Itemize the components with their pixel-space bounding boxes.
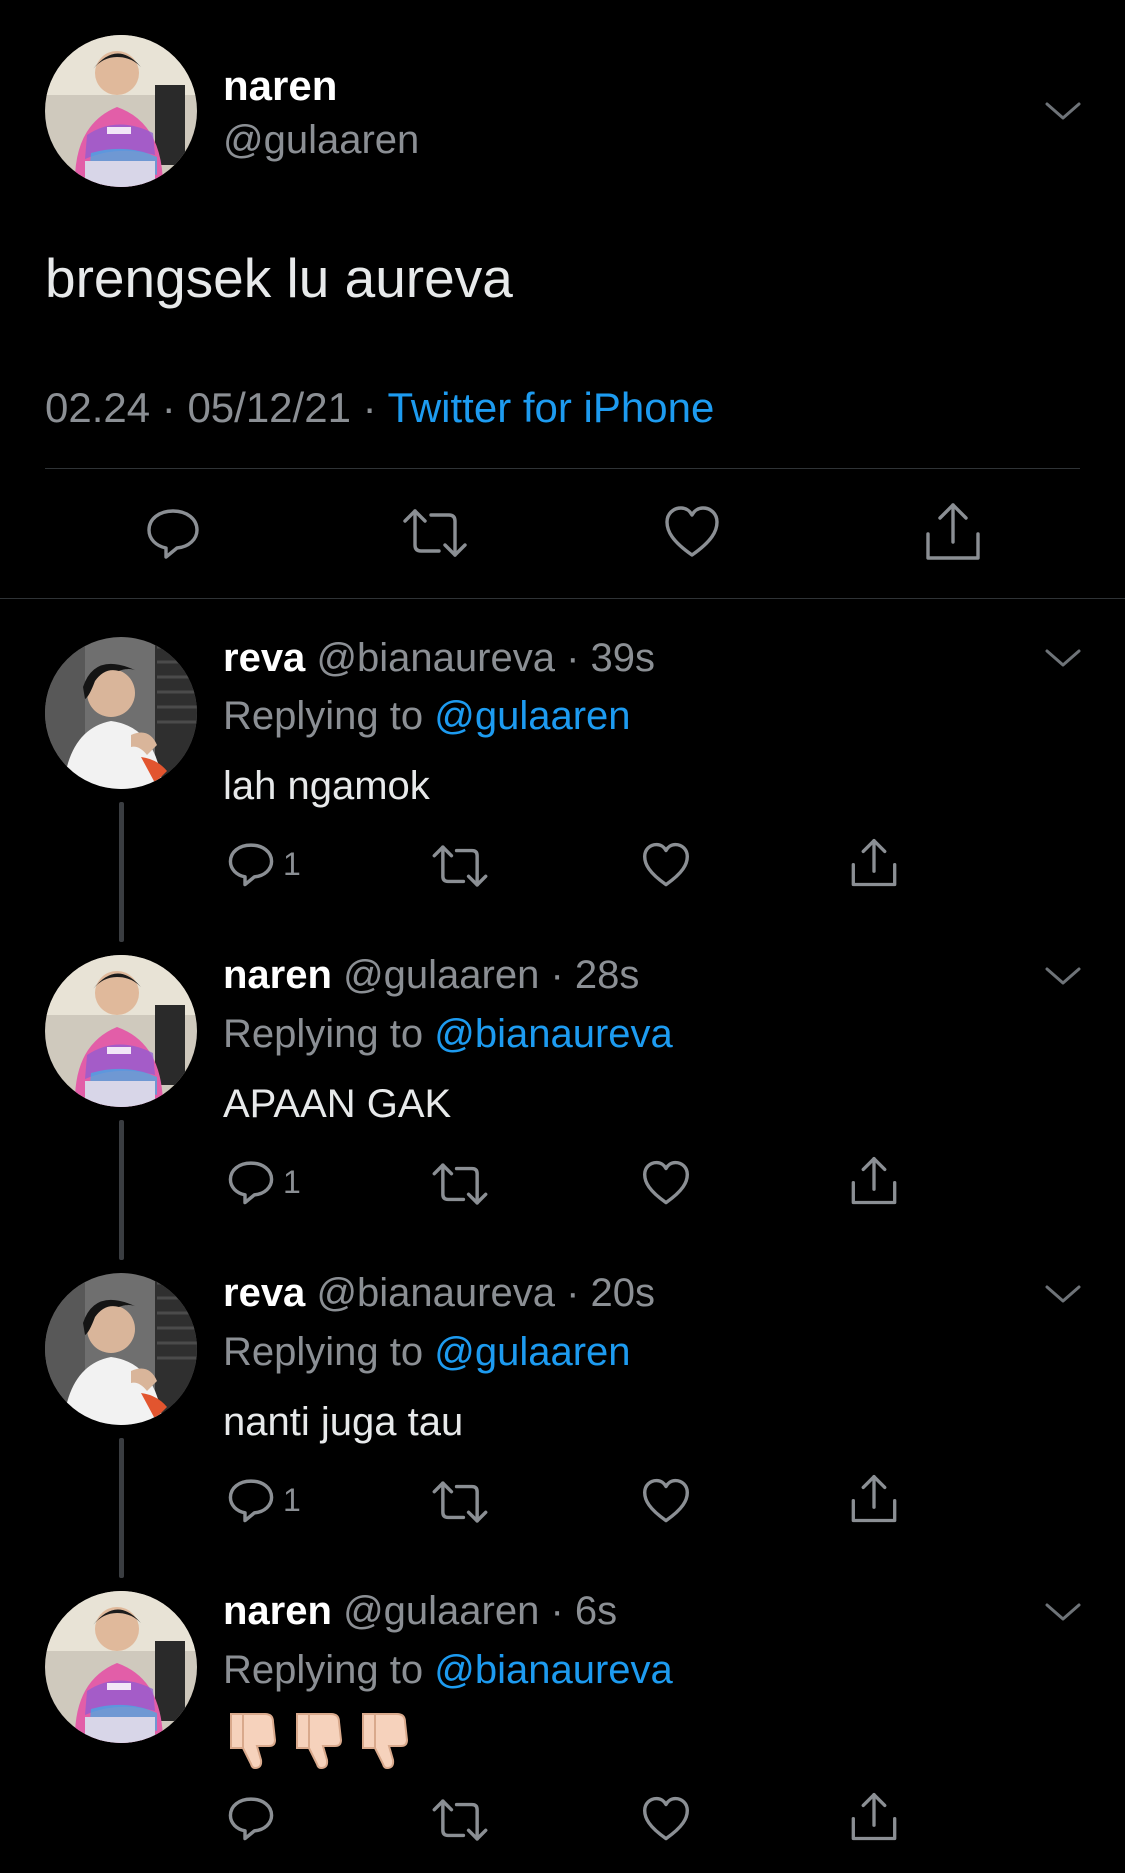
author-handle[interactable]: @gulaaren [343, 1589, 539, 1633]
heart-icon [665, 506, 719, 557]
reply-icon [228, 1161, 274, 1205]
author-handle[interactable]: @bianaureva [316, 1271, 555, 1315]
retweet-button[interactable] [432, 842, 488, 890]
heart-icon [643, 1796, 689, 1841]
tweet-emojis [225, 1710, 423, 1777]
share-button[interactable] [850, 1792, 898, 1842]
tweet-text: APAAN GAK [223, 1082, 452, 1126]
reply-button[interactable] [145, 505, 201, 561]
retweet-button[interactable] [403, 505, 467, 561]
tweet-text: brengsek lu aureva [45, 247, 513, 309]
tweet-text: nanti juga tau [223, 1400, 464, 1444]
like-button[interactable] [642, 1796, 690, 1842]
retweet-icon [432, 845, 488, 887]
retweet-icon [432, 1799, 488, 1841]
avatar[interactable] [45, 1591, 197, 1743]
replying-to-link[interactable]: @gulaaren [434, 694, 630, 738]
tweet-age: 28s [574, 953, 640, 997]
retweet-icon [403, 509, 467, 557]
reply-count: 1 [283, 1481, 301, 1518]
replying-to: Replying to @gulaaren [223, 1330, 631, 1374]
share-icon [926, 503, 980, 560]
replying-to-link[interactable]: @bianaureva [434, 1012, 673, 1056]
thumbs-down-icon [296, 1713, 343, 1770]
reply-header: reva @bianaureva · 39s [223, 636, 656, 680]
chevron-down-icon[interactable] [1043, 963, 1083, 994]
reply-button[interactable]: 1 [227, 1476, 301, 1524]
retweet-button[interactable] [432, 1796, 488, 1844]
author-name[interactable]: reva [223, 1271, 305, 1315]
thread-line [119, 1120, 124, 1260]
reply-count: 1 [283, 845, 301, 882]
author-handle[interactable]: @gulaaren [343, 953, 539, 997]
share-button[interactable] [850, 838, 898, 888]
author-handle[interactable]: @bianaureva [316, 636, 555, 680]
retweet-button[interactable] [432, 1478, 488, 1526]
share-icon [851, 1793, 897, 1841]
chevron-down-icon[interactable] [1043, 1281, 1083, 1312]
reply-header: reva @bianaureva · 20s [223, 1271, 656, 1315]
chevron-down-icon[interactable] [1043, 1599, 1083, 1630]
avatar[interactable] [45, 955, 197, 1107]
retweet-icon [432, 1163, 488, 1205]
thumbs-down-icon [362, 1713, 409, 1770]
divider [45, 468, 1080, 469]
share-icon [851, 839, 897, 887]
reply-icon [228, 843, 274, 887]
tweet-time: 02.24 [45, 384, 151, 431]
thumbs-down-icon [230, 1713, 277, 1770]
heart-icon [643, 1160, 689, 1205]
reply-icon [228, 1797, 274, 1841]
section-divider [0, 598, 1125, 599]
reply-button[interactable]: 1 [227, 1158, 301, 1206]
author-name[interactable]: naren [223, 953, 332, 997]
share-icon [851, 1475, 897, 1523]
share-button[interactable] [850, 1156, 898, 1206]
tweet-source-link[interactable]: Twitter for iPhone [388, 384, 715, 431]
author-name[interactable]: reva [223, 636, 305, 680]
author-handle[interactable]: @gulaaren [223, 118, 419, 163]
share-button[interactable] [850, 1474, 898, 1524]
author-name[interactable]: naren [223, 1589, 332, 1633]
avatar[interactable] [45, 1273, 197, 1425]
avatar[interactable] [45, 35, 197, 187]
like-button[interactable] [642, 1478, 690, 1524]
thread-line [119, 1438, 124, 1578]
replying-to: Replying to @gulaaren [223, 694, 631, 738]
share-icon [851, 1157, 897, 1205]
tweet-text: lah ngamok [223, 764, 430, 808]
chevron-down-icon[interactable] [1043, 98, 1083, 129]
reply-icon [147, 509, 199, 559]
chevron-down-icon[interactable] [1043, 645, 1083, 676]
reply-button[interactable] [227, 1794, 283, 1842]
reply-icon [228, 1479, 274, 1523]
like-button[interactable] [642, 1160, 690, 1206]
retweet-icon [432, 1481, 488, 1523]
replying-to-link[interactable]: @gulaaren [434, 1330, 630, 1374]
thread-line [119, 802, 124, 942]
replying-to: Replying to @bianaureva [223, 1012, 673, 1056]
heart-icon [643, 1478, 689, 1523]
tweet-date: 05/12/21 [187, 384, 351, 431]
avatar[interactable] [45, 637, 197, 789]
share-button[interactable] [924, 502, 982, 562]
reply-header: naren @gulaaren · 6s [223, 1589, 618, 1633]
heart-icon [643, 842, 689, 887]
tweet-meta: 02.24 · 05/12/21 · Twitter for iPhone [45, 384, 715, 431]
like-button[interactable] [664, 505, 720, 559]
author-name[interactable]: naren [223, 62, 337, 110]
reply-header: naren @gulaaren · 28s [223, 953, 640, 997]
tweet-age: 39s [590, 636, 656, 680]
reply-button[interactable]: 1 [227, 840, 301, 888]
like-button[interactable] [642, 842, 690, 888]
tweet-age: 20s [590, 1271, 656, 1315]
replying-to-link[interactable]: @bianaureva [434, 1648, 673, 1692]
replying-to: Replying to @bianaureva [223, 1648, 673, 1692]
reply-count: 1 [283, 1163, 301, 1200]
tweet-age: 6s [574, 1589, 618, 1633]
retweet-button[interactable] [432, 1160, 488, 1208]
